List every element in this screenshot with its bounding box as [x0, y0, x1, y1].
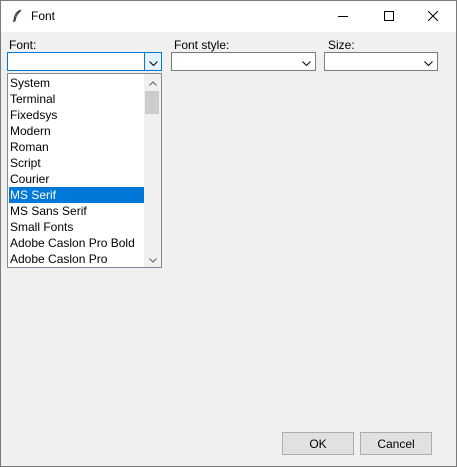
scroll-up-button[interactable]	[144, 74, 161, 90]
chevron-down-icon	[424, 55, 433, 69]
scroll-up-icon	[148, 75, 157, 89]
title-bar[interactable]: Font	[1, 1, 456, 32]
close-button[interactable]	[410, 1, 456, 32]
size-dropdown-button[interactable]	[420, 53, 437, 70]
font-list-item[interactable]: Adobe Caslon Pro Bold	[9, 235, 145, 251]
font-list-item[interactable]: Courier	[9, 171, 145, 187]
maximize-button[interactable]	[366, 1, 412, 32]
ok-button[interactable]: OK	[282, 432, 354, 455]
chevron-down-icon	[148, 55, 158, 69]
font-list-item[interactable]: MS Sans Serif	[9, 203, 145, 219]
font-list-item[interactable]: Fixedsys	[9, 107, 145, 123]
maximize-icon	[384, 10, 394, 24]
font-list-item[interactable]: System	[9, 75, 145, 91]
font-list-item[interactable]: MS Serif	[9, 187, 145, 203]
font-list-item[interactable]: Adobe Caslon Pro	[9, 251, 145, 267]
window-title: Font	[31, 9, 56, 23]
scroll-thumb[interactable]	[145, 91, 159, 114]
font-list[interactable]: System Terminal Fixedsys Modern Roman Script C…	[9, 75, 145, 267]
scroll-down-button[interactable]	[144, 251, 161, 267]
font-style-label: Font style:	[174, 38, 230, 52]
size-combobox[interactable]	[324, 52, 438, 71]
font-label: Font:	[9, 38, 37, 52]
font-list-item[interactable]: Terminal	[9, 91, 145, 107]
font-list-item[interactable]: Small Fonts	[9, 219, 145, 235]
close-icon	[427, 10, 439, 24]
scroll-down-icon	[148, 252, 157, 266]
font-dropdown-list[interactable]: System Terminal Fixedsys Modern Roman Script C…	[7, 73, 162, 268]
minimize-icon	[338, 10, 348, 24]
font-dropdown-button[interactable]	[144, 53, 161, 70]
list-scrollbar[interactable]	[144, 74, 161, 267]
minimize-button[interactable]	[320, 1, 366, 32]
font-style-dropdown-button[interactable]	[298, 53, 315, 70]
size-label: Size:	[328, 38, 355, 52]
feather-icon	[11, 9, 23, 23]
font-combobox[interactable]	[7, 52, 162, 71]
font-list-item[interactable]: Script	[9, 155, 145, 171]
font-dialog: Font Font: Font style: Size: System Termi…	[0, 0, 457, 467]
chevron-down-icon	[302, 55, 311, 69]
font-style-combobox[interactable]	[171, 52, 316, 71]
font-list-item[interactable]: Modern	[9, 123, 145, 139]
cancel-button[interactable]: Cancel	[360, 432, 432, 455]
font-list-item[interactable]: Roman	[9, 139, 145, 155]
